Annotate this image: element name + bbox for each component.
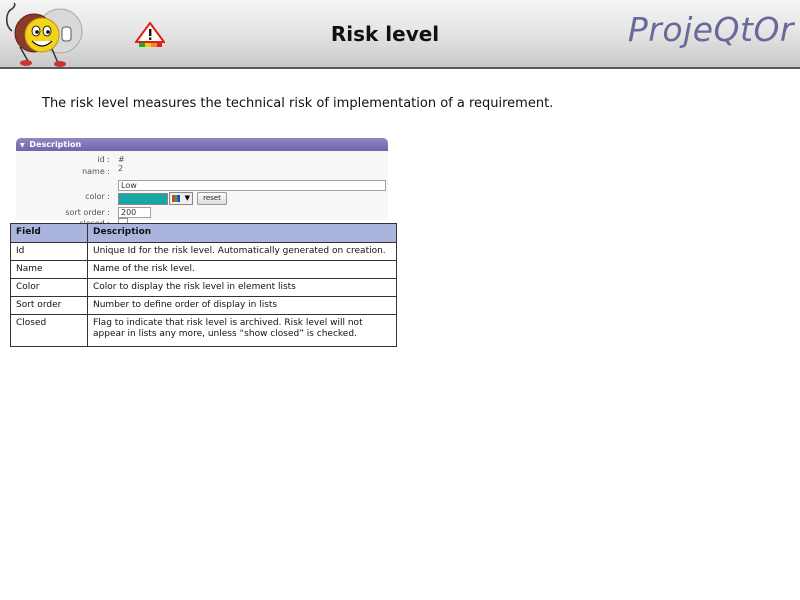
collapse-triangle-icon[interactable]: ▼ (20, 142, 25, 149)
color-label: color : (85, 192, 110, 201)
palette-icon (172, 195, 180, 202)
description-cell: Flag to indicate that risk level is arch… (87, 314, 397, 347)
chevron-down-icon: ▼ (184, 194, 190, 202)
page-header: Risk level ProjeQtOr (0, 0, 800, 69)
table-row: Name Name of the risk level. (10, 260, 397, 279)
description-cell: Name of the risk level. (87, 260, 397, 279)
field-cell: Name (10, 260, 88, 279)
brand-logo-text: ProjeQtOr (627, 10, 794, 49)
description-form: ▼ Description id : # 2 name : Low color … (16, 138, 388, 228)
field-cell: Closed (10, 314, 88, 347)
table-header-row: Field Description (10, 223, 397, 243)
page-title: Risk level (330, 22, 440, 46)
section-header-description[interactable]: ▼ Description (16, 138, 388, 151)
table-row: Sort order Number to define order of dis… (10, 296, 397, 315)
column-header-field: Field (10, 223, 88, 243)
name-input[interactable]: Low (118, 180, 386, 191)
field-cell: Sort order (10, 296, 88, 315)
section-title: Description (29, 140, 82, 149)
description-cell: Number to define order of display in lis… (87, 296, 397, 315)
field-cell: Color (10, 278, 88, 297)
field-description-table: Field Description Id Unique Id for the r… (10, 223, 397, 347)
id-label: id : (97, 155, 110, 164)
form-body: id : # 2 name : Low color : ▼ reset sort… (16, 151, 388, 228)
table-row: Closed Flag to indicate that risk level … (10, 314, 397, 347)
sort-order-label: sort order : (65, 208, 110, 217)
color-picker-button[interactable]: ▼ (169, 192, 193, 205)
column-header-description: Description (87, 223, 397, 243)
name-label: name : (82, 167, 110, 176)
table-row: Id Unique Id for the risk level. Automat… (10, 242, 397, 261)
reset-button[interactable]: reset (197, 192, 227, 205)
smiley-mascot-logo-icon (6, 2, 83, 67)
table-row: Color Color to display the risk level in… (10, 278, 397, 297)
description-cell: Unique Id for the risk level. Automatica… (87, 242, 397, 261)
color-swatch[interactable] (118, 193, 168, 205)
warning-risk-icon (135, 22, 165, 47)
intro-text: The risk level measures the technical ri… (42, 96, 554, 111)
field-cell: Id (10, 242, 88, 261)
description-cell: Color to display the risk level in eleme… (87, 278, 397, 297)
sort-order-input[interactable]: 200 (118, 207, 151, 218)
id-value: # 2 (118, 155, 125, 173)
